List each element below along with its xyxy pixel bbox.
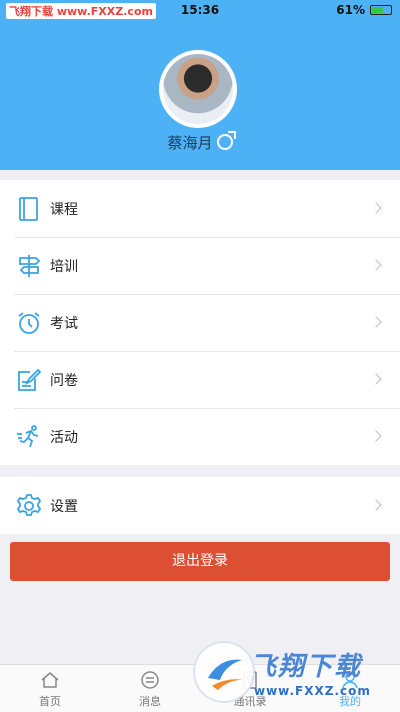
tab-messages[interactable]: 消息	[100, 665, 200, 712]
main-menu: 课程 培训 考试 问卷 活动	[0, 180, 400, 465]
menu-label: 问卷	[50, 372, 78, 389]
signpost-icon	[14, 251, 44, 281]
menu-label: 课程	[50, 201, 78, 218]
battery-percent: 61%	[336, 3, 365, 17]
avatar[interactable]	[159, 50, 237, 128]
running-icon	[14, 422, 44, 452]
menu-item-settings[interactable]: 设置	[0, 477, 400, 534]
chevron-right-icon	[370, 499, 382, 511]
male-icon	[216, 131, 236, 150]
chevron-right-icon	[370, 316, 382, 328]
username: 蔡海月	[167, 134, 213, 152]
tab-home[interactable]: 首页	[0, 665, 100, 712]
tab-label: 消息	[139, 695, 161, 708]
chevron-right-icon	[370, 202, 382, 214]
menu-item-exam[interactable]: 考试	[0, 294, 400, 351]
alarm-clock-icon	[14, 308, 44, 338]
battery-icon	[370, 5, 392, 15]
menu-item-courses[interactable]: 课程	[0, 180, 400, 237]
menu-label: 考试	[50, 315, 78, 332]
menu-item-survey[interactable]: 问卷	[0, 351, 400, 408]
book-icon	[14, 194, 44, 224]
logout-button[interactable]: 退出登录	[10, 542, 390, 581]
chevron-right-icon	[370, 430, 382, 442]
chevron-right-icon	[370, 259, 382, 271]
edit-form-icon	[14, 365, 44, 395]
menu-label: 设置	[50, 498, 78, 515]
status-bar: 飞翔下载 www.FXXZ.com 15:36 61%	[0, 0, 400, 22]
menu-label: 培训	[50, 258, 78, 275]
watermark-url: www.FXXZ.com	[254, 684, 371, 698]
status-right: 61%	[336, 3, 392, 17]
tab-label: 首页	[39, 695, 61, 708]
settings-menu: 设置	[0, 477, 400, 534]
chevron-right-icon	[370, 373, 382, 385]
menu-label: 活动	[50, 429, 78, 446]
gear-icon	[14, 491, 44, 521]
message-icon	[141, 671, 159, 689]
menu-item-training[interactable]: 培训	[0, 237, 400, 294]
menu-item-activity[interactable]: 活动	[0, 408, 400, 465]
home-icon	[41, 672, 59, 688]
username-row: 蔡海月	[0, 131, 400, 153]
profile-header: 蔡海月	[0, 22, 400, 170]
watermark-text: 飞翔下载	[250, 652, 363, 682]
